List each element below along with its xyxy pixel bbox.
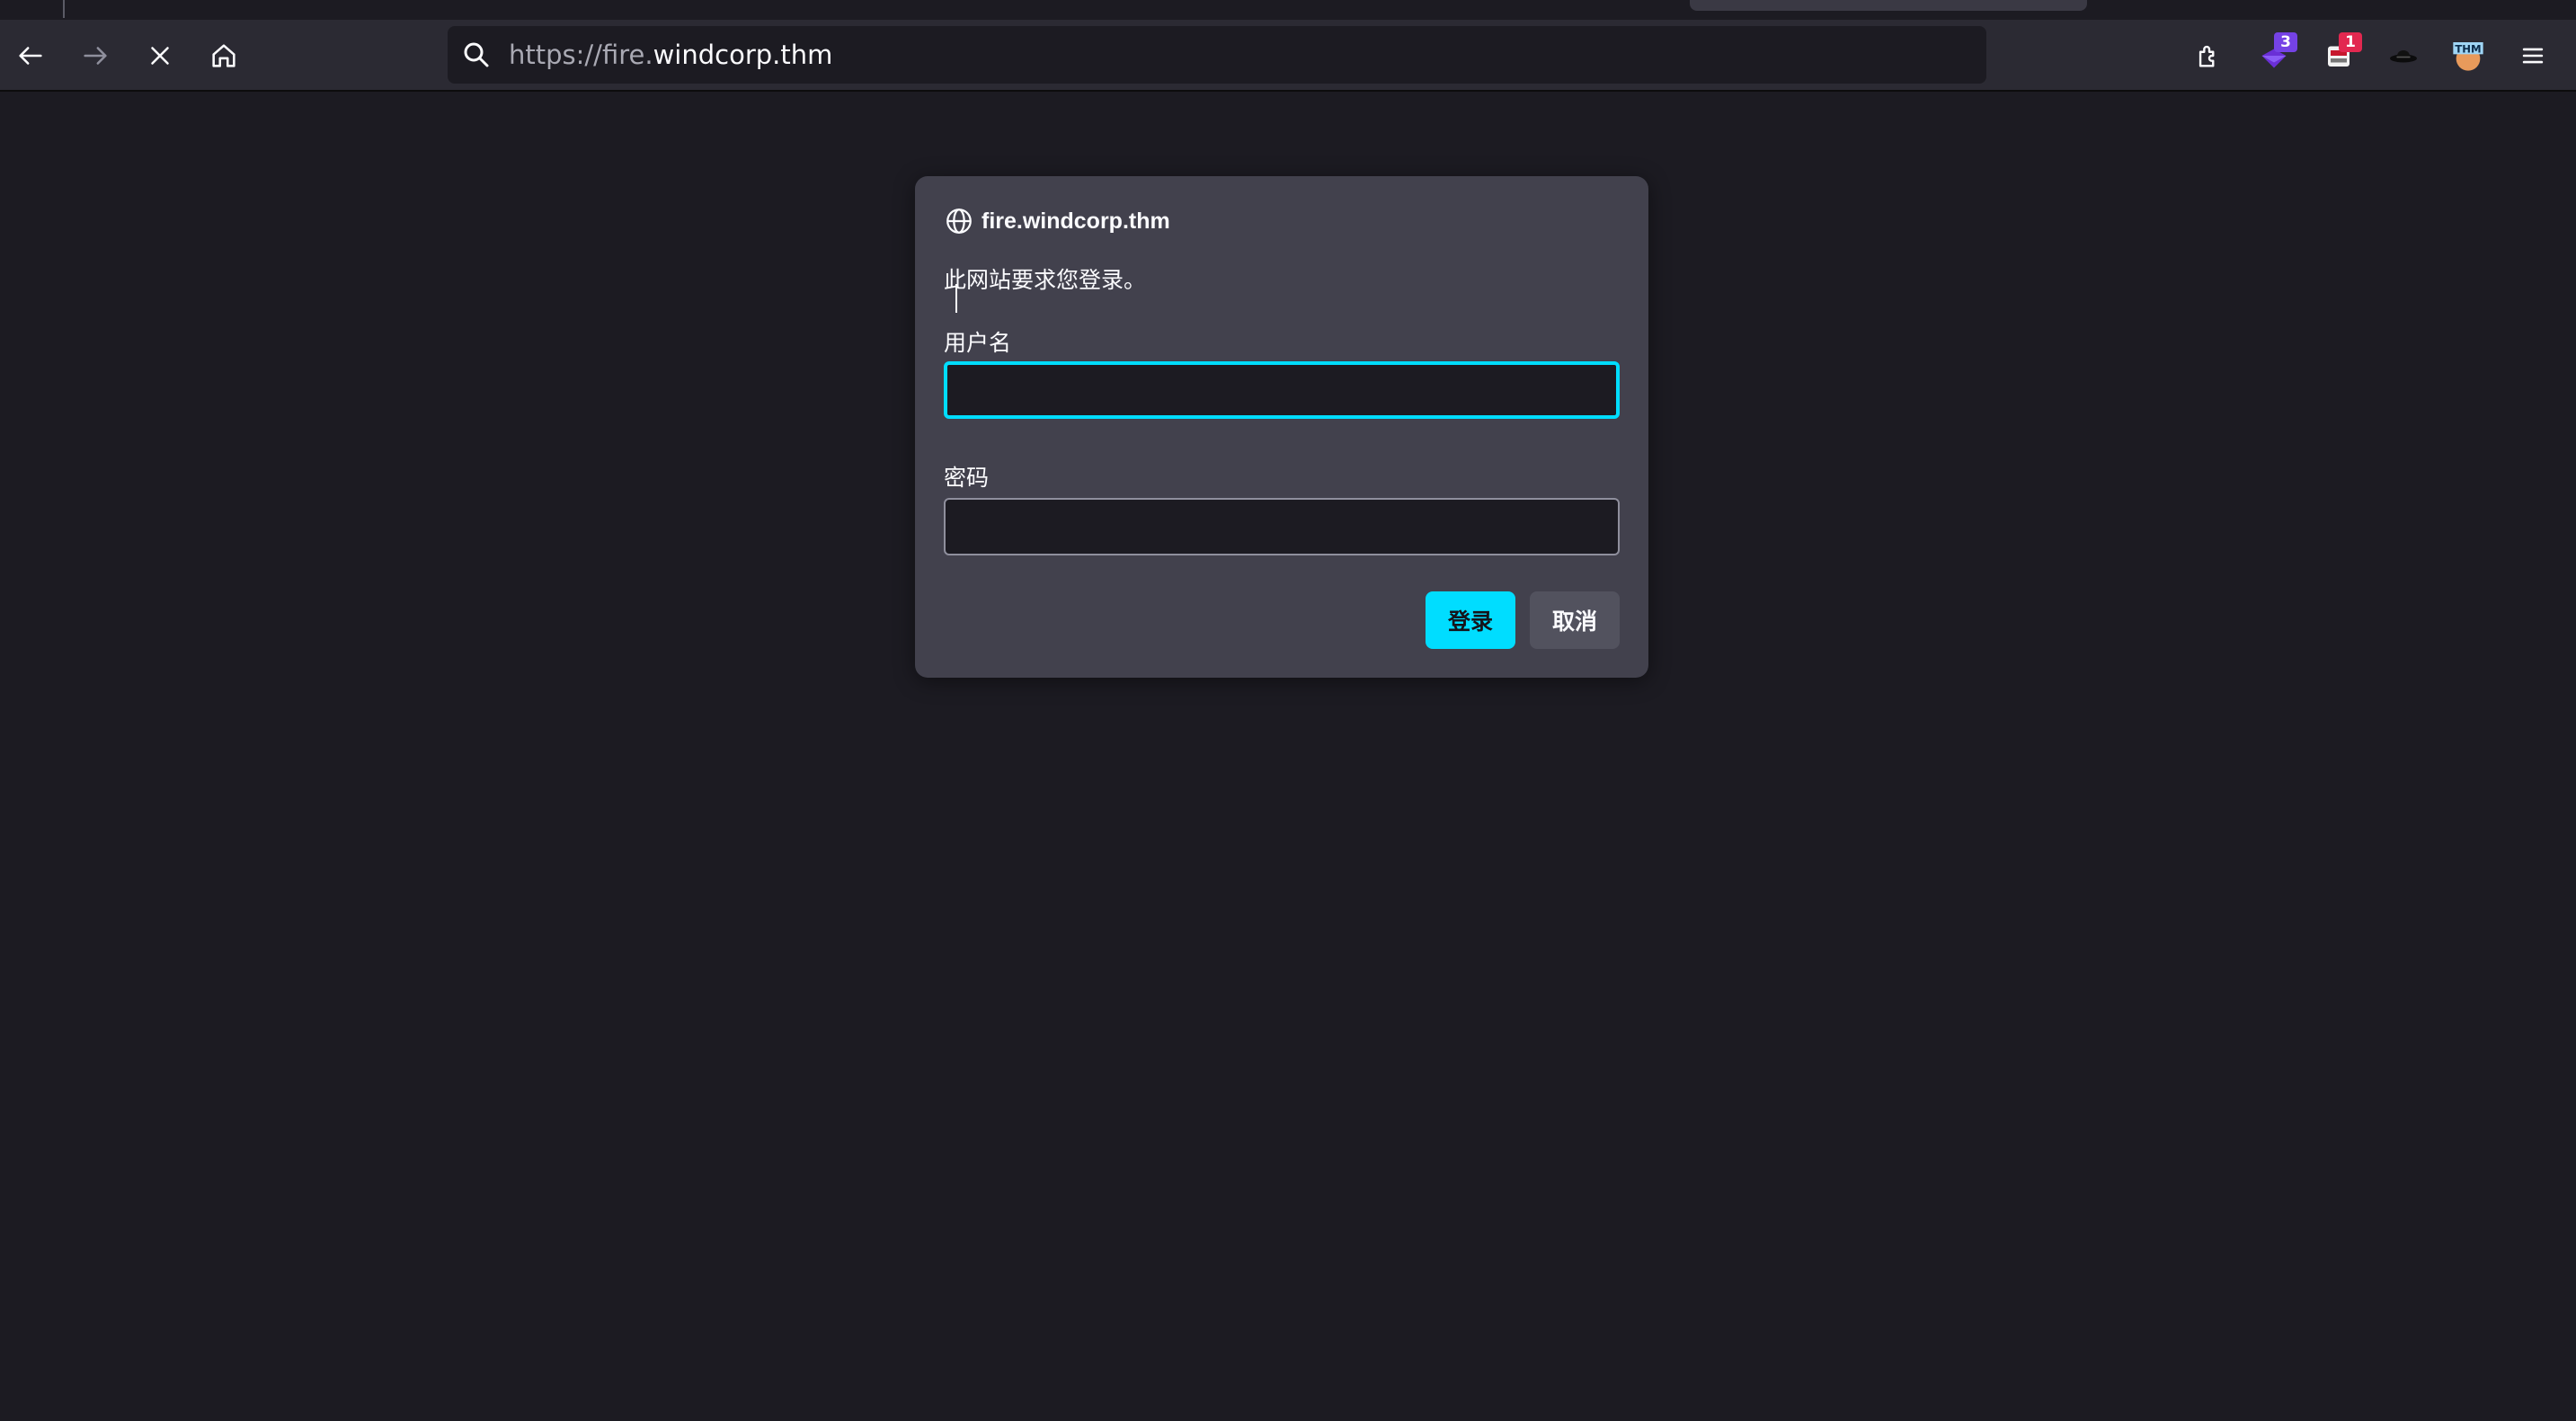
extension-red-badge: 1 [2339,32,2362,52]
tab-drag-area[interactable] [1690,0,2087,11]
password-input[interactable] [944,498,1620,555]
dialog-message: 此网站要求您登录。 [944,267,1147,293]
browser-toolbar: https://fire.windcorp.thm 3 1 THM [0,20,2576,92]
globe-icon [946,209,972,234]
tab-strip [0,0,2576,20]
text-caret [955,284,957,313]
password-label: 密码 [944,465,990,491]
extension-thm-icon: THM [2453,42,2483,71]
username-label: 用户名 [944,330,1012,356]
arrow-left-icon [19,47,42,65]
extensions-button[interactable] [2184,31,2234,81]
back-button[interactable] [9,34,52,77]
login-button[interactable]: 登录 [1426,591,1515,649]
stop-button[interactable] [138,34,182,77]
url-bar[interactable]: https://fire.windcorp.thm [448,26,1986,84]
extension-hat-button[interactable] [2378,31,2429,81]
close-icon [151,47,169,65]
dialog-origin-text: fire.windcorp.thm [982,208,1170,234]
extension-purple-badge: 3 [2274,32,2297,52]
url-prefix: https://fire. [509,40,653,70]
home-icon [212,44,235,67]
hamburger-menu-icon [2522,48,2544,64]
extension-thm-button[interactable]: THM [2443,31,2493,81]
cancel-button[interactable]: 取消 [1530,591,1620,649]
arrow-right-icon [84,47,107,65]
extension-purple-button[interactable]: 3 [2249,31,2299,81]
puzzle-icon [2198,45,2215,67]
auth-dialog: fire.windcorp.thm 此网站要求您登录。 用户名 密码 登录 取消 [915,176,1648,678]
username-input[interactable] [944,361,1620,419]
dialog-origin: fire.windcorp.thm [944,203,1170,239]
url-domain: windcorp.thm [653,40,833,70]
extension-hat-icon [2390,50,2417,63]
extension-red-button[interactable]: 1 [2314,31,2364,81]
menu-button[interactable] [2511,34,2554,77]
forward-button[interactable] [74,34,117,77]
tab-separator [63,0,65,18]
url-text[interactable]: https://fire.windcorp.thm [509,26,832,84]
page-content: fire.windcorp.thm 此网站要求您登录。 用户名 密码 登录 取消 [0,92,2576,1421]
home-button[interactable] [202,34,245,77]
search-icon [464,42,489,67]
svg-text:THM: THM [2455,43,2481,56]
